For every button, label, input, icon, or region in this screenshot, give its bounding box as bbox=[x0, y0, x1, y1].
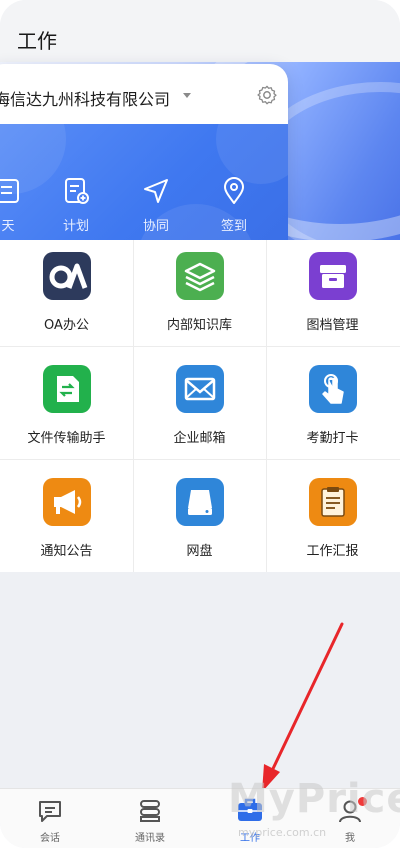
tab-conversations[interactable]: 会话 bbox=[0, 789, 100, 848]
watermark-url: myprice.com.cn bbox=[238, 826, 327, 839]
work-screen: 工作 海信达九州科技有限公司 天 计划 协同 签到 OA办公 内部知识库 图档管… bbox=[0, 0, 400, 848]
chat-icon bbox=[39, 801, 61, 822]
tab-label: 通讯录 bbox=[135, 833, 165, 844]
tab-contacts[interactable]: 通讯录 bbox=[100, 789, 200, 848]
contacts-icon bbox=[140, 800, 160, 822]
tab-label: 会话 bbox=[40, 833, 60, 844]
watermark: MyPrice bbox=[228, 776, 400, 822]
annotation-arrow bbox=[262, 622, 344, 792]
